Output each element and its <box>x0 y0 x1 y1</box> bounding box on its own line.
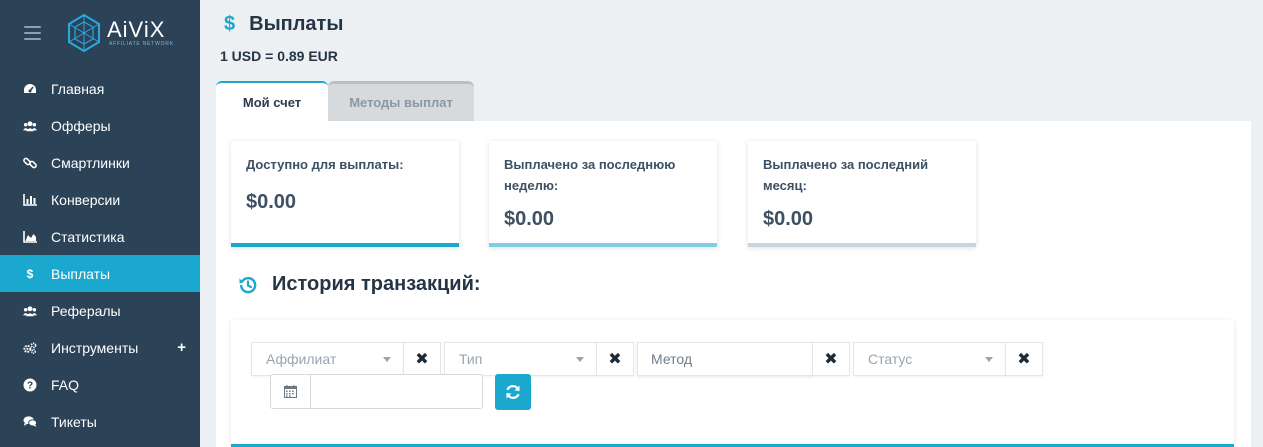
sidebar-item-payouts[interactable]: $ Выплаты <box>0 255 200 292</box>
affiliate-clear-button[interactable]: ✖ <box>403 342 441 376</box>
sidebar-item-label: Тикеты <box>51 413 97 430</box>
status-select[interactable]: Статус <box>853 342 1005 376</box>
status-filter: Статус ✖ <box>853 342 1043 376</box>
dollar-icon: $ <box>26 266 34 281</box>
sidebar-item-smartlinks[interactable]: Смартлинки <box>0 144 200 181</box>
sidebar-item-faq[interactable]: ? FAQ <box>0 366 200 403</box>
logo-tagline: AFFILIATE NETWORK <box>109 40 174 47</box>
sidebar-item-label: Офферы <box>51 117 111 134</box>
sidebar-item-label: Статистика <box>51 228 125 245</box>
history-icon <box>239 276 257 293</box>
dashboard-icon <box>23 82 37 96</box>
type-filter: Тип ✖ <box>444 342 634 376</box>
svg-text:?: ? <box>27 380 33 391</box>
sidebar-header: AiViX AFFILIATE NETWORK <box>0 0 200 70</box>
bar-chart-icon <box>23 193 37 207</box>
sidebar-item-label: Главная <box>51 80 105 97</box>
chevron-down-icon <box>576 356 584 362</box>
logo-hexagon-icon <box>68 14 100 52</box>
card-label: Доступно для выплаты: <box>246 157 404 172</box>
history-header: История транзакций: <box>238 273 481 296</box>
menu-toggle-icon[interactable] <box>24 26 41 40</box>
tab-panel: Доступно для выплаты: $0.00 Выплачено за… <box>216 121 1251 447</box>
sidebar-item-label: Смартлинки <box>51 154 130 171</box>
tab-payout-methods[interactable]: Методы выплат <box>328 81 474 121</box>
type-clear-button[interactable]: ✖ <box>596 342 634 376</box>
tab-bar: Мой счет Методы выплат <box>216 81 474 121</box>
stat-card-last-month: Выплачено за последний месяц: $0.00 <box>748 141 976 247</box>
sidebar-item-label: Инструменты <box>51 339 139 356</box>
method-filter: ✖ <box>637 342 850 376</box>
sidebar-item-label: Выплаты <box>51 265 111 282</box>
tab-my-account[interactable]: Мой счет <box>216 81 328 121</box>
users-icon <box>23 304 37 318</box>
chevron-down-icon <box>985 356 993 362</box>
sidebar-item-home[interactable]: Главная <box>0 70 200 107</box>
card-label: Выплачено за последнюю неделю: <box>504 157 676 193</box>
sidebar-item-offers[interactable]: Офферы <box>0 107 200 144</box>
sidebar-item-tickets[interactable]: Тикеты <box>0 403 200 440</box>
card-value: $0.00 <box>246 191 297 213</box>
question-icon: ? <box>23 378 37 392</box>
date-range-input[interactable] <box>310 374 483 409</box>
sidebar-item-statistics[interactable]: Статистика <box>0 218 200 255</box>
affiliate-select-placeholder: Аффилиат <box>266 351 337 367</box>
users-icon <box>23 119 37 133</box>
sidebar-item-conversions[interactable]: Конверсии <box>0 181 200 218</box>
card-value: $0.00 <box>763 208 814 230</box>
cogs-icon <box>23 341 37 355</box>
calendar-icon[interactable] <box>270 374 310 409</box>
filters-panel: Аффилиат ✖ Тип ✖ ✖ Статус <box>231 320 1234 447</box>
card-value: $0.00 <box>504 208 555 230</box>
method-input[interactable] <box>637 342 812 376</box>
card-label: Выплачено за последний месяц: <box>763 157 929 193</box>
dollar-icon: $ <box>224 13 236 35</box>
area-chart-icon <box>23 230 37 244</box>
chevron-down-icon <box>383 356 391 362</box>
sidebar-nav: Главная Офферы Смартлинки Конверсии Стат… <box>0 70 200 440</box>
affiliate-filter: Аффилиат ✖ <box>251 342 441 376</box>
stat-card-available: Доступно для выплаты: $0.00 <box>231 141 459 247</box>
type-select-placeholder: Тип <box>459 351 483 367</box>
status-select-placeholder: Статус <box>868 351 913 367</box>
logo-name: AiViX <box>107 16 166 42</box>
history-title: История транзакций: <box>272 273 481 295</box>
type-select[interactable]: Тип <box>444 342 596 376</box>
sidebar: AiViX AFFILIATE NETWORK Главная Офферы С… <box>0 0 200 447</box>
affiliate-select[interactable]: Аффилиат <box>251 342 403 376</box>
exchange-rate: 1 USD = 0.89 EUR <box>220 48 338 64</box>
link-icon <box>23 156 37 170</box>
refresh-button[interactable] <box>495 374 531 410</box>
expand-plus-icon[interactable]: + <box>177 339 186 356</box>
main-content: $ Выплаты 1 USD = 0.89 EUR Мой счет Мето… <box>200 0 1263 447</box>
date-range-filter <box>270 374 483 409</box>
page-title: Выплаты <box>249 13 344 35</box>
sidebar-item-label: Конверсии <box>51 191 121 208</box>
sidebar-item-label: Рефералы <box>51 302 121 319</box>
sidebar-item-referrals[interactable]: Рефералы <box>0 292 200 329</box>
page-header: $ Выплаты <box>224 13 343 36</box>
status-clear-button[interactable]: ✖ <box>1005 342 1043 376</box>
refresh-icon <box>506 385 520 399</box>
stat-card-last-week: Выплачено за последнюю неделю: $0.00 <box>489 141 717 247</box>
method-clear-button[interactable]: ✖ <box>812 342 850 376</box>
logo[interactable]: AiViX AFFILIATE NETWORK <box>67 14 174 52</box>
sidebar-item-label: FAQ <box>51 376 80 393</box>
comments-icon <box>23 415 37 429</box>
sidebar-item-tools[interactable]: Инструменты + <box>0 329 200 366</box>
